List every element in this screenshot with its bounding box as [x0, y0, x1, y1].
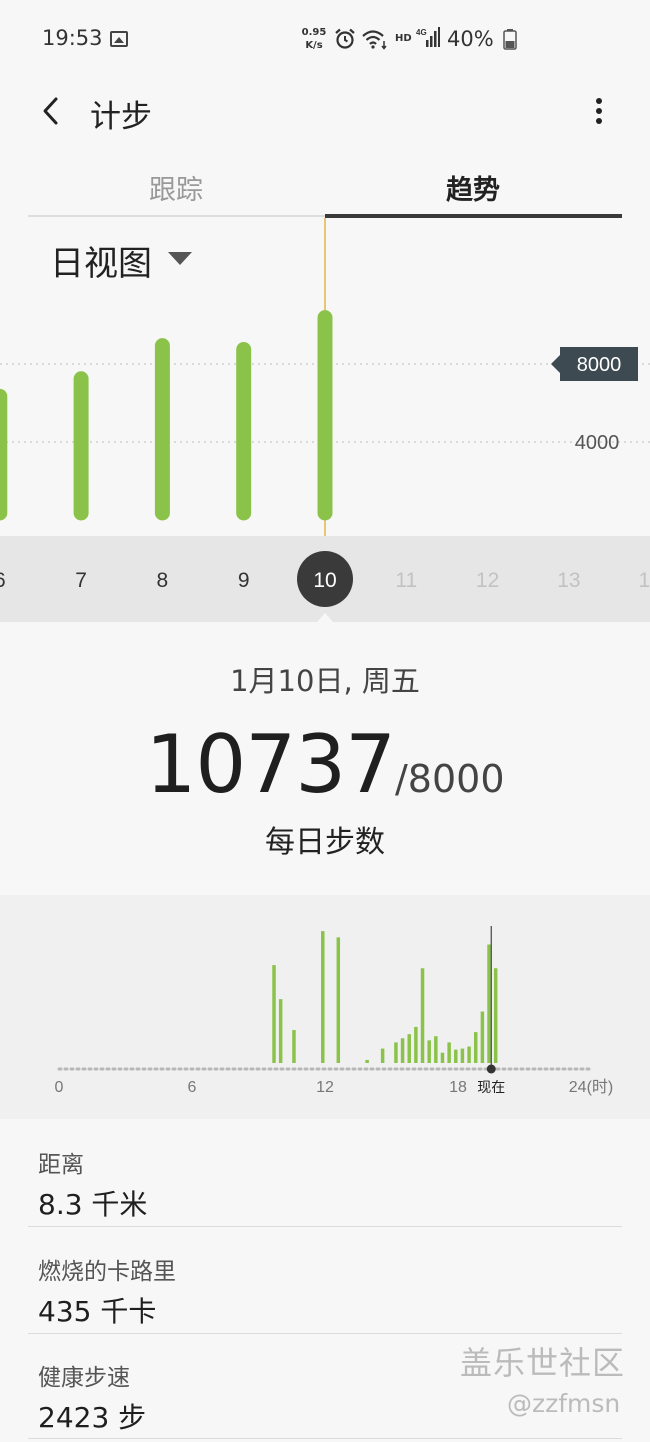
day-label: 11	[395, 569, 417, 592]
stat-value: 2423 步	[38, 1401, 147, 1434]
tab-tracking[interactable]: 跟踪	[149, 168, 203, 207]
day-labels: 6 7 8 9 10 11 12 13 14	[0, 551, 650, 622]
wifi-icon	[362, 30, 387, 50]
more-vertical-icon	[596, 98, 602, 124]
image-icon	[110, 31, 128, 47]
net-speed: 0.95 K/s	[298, 26, 330, 52]
hour-tick-label: 18	[449, 1079, 467, 1096]
status-time: 19:53	[42, 26, 103, 50]
day-label: 12	[476, 569, 499, 592]
stat-healthy-pace: 健康步速 2423 步	[38, 1358, 146, 1436]
network-type: 4G	[416, 28, 427, 37]
divider	[28, 1438, 622, 1439]
status-bar: 19:53 0.95 K/s HD 4G 40%	[0, 0, 650, 80]
hour-tick-label: 现在	[477, 1079, 505, 1095]
chevron-left-icon	[43, 97, 58, 125]
stat-value: 8.3 千米	[38, 1188, 148, 1221]
day-label: 9	[238, 569, 250, 592]
net-speed-value: 0.95	[301, 27, 327, 38]
stat-distance: 距离 8.3 千米	[38, 1145, 147, 1223]
view-selector[interactable]: 日视图	[50, 236, 152, 285]
stat-calories: 燃烧的卡路里 435 千卡	[38, 1252, 176, 1330]
steps-total: 10737/8000	[145, 718, 504, 811]
battery-icon	[503, 29, 517, 50]
back-button[interactable]	[36, 93, 70, 129]
day-label: 10	[313, 569, 336, 592]
hour-tick-label: 6	[188, 1079, 197, 1096]
goal-tick-label: 8000	[577, 354, 622, 376]
steps-count: 10737	[145, 718, 395, 811]
divider	[28, 1226, 622, 1227]
alarm-icon	[335, 28, 355, 49]
stat-label: 健康步速	[38, 1365, 130, 1391]
selection-pointer	[317, 613, 333, 622]
tab-trends[interactable]: 趋势	[446, 168, 500, 207]
stat-label: 燃烧的卡路里	[38, 1259, 176, 1285]
selected-date: 1月10日, 周五	[230, 664, 420, 698]
watermark-handle: @zzfmsn	[507, 1389, 621, 1418]
battery-percent: 40%	[447, 27, 494, 51]
now-dot	[486, 1064, 496, 1074]
hour-tick-label: 24(时)	[569, 1078, 613, 1096]
hour-tick-label: 12	[316, 1079, 334, 1096]
caret-down-icon[interactable]	[168, 252, 192, 265]
day-label: 14	[639, 569, 650, 592]
stat-label: 距离	[38, 1152, 84, 1178]
watermark-title: 盖乐世社区	[460, 1344, 626, 1382]
steps-caption: 每日步数	[265, 825, 385, 860]
page-title: 计步	[90, 99, 152, 135]
day-label: 8	[157, 569, 169, 592]
hd-indicator: HD	[395, 33, 412, 44]
day-label: 7	[75, 569, 87, 592]
divider	[28, 1333, 622, 1334]
hour-tick-label: 0	[55, 1079, 64, 1096]
day-label: 13	[557, 569, 580, 592]
net-speed-unit: K/s	[305, 40, 323, 51]
signal-icon: 4G	[416, 27, 440, 47]
more-options-button[interactable]	[584, 94, 614, 130]
y-tick-label: 4000	[575, 432, 620, 454]
day-label: 6	[0, 569, 6, 592]
steps-goal: /8000	[394, 757, 505, 801]
stat-value: 435 千卡	[38, 1295, 157, 1328]
hourly-steps-chart: 0 6 12 18 现在 24(时)	[55, 926, 613, 1096]
